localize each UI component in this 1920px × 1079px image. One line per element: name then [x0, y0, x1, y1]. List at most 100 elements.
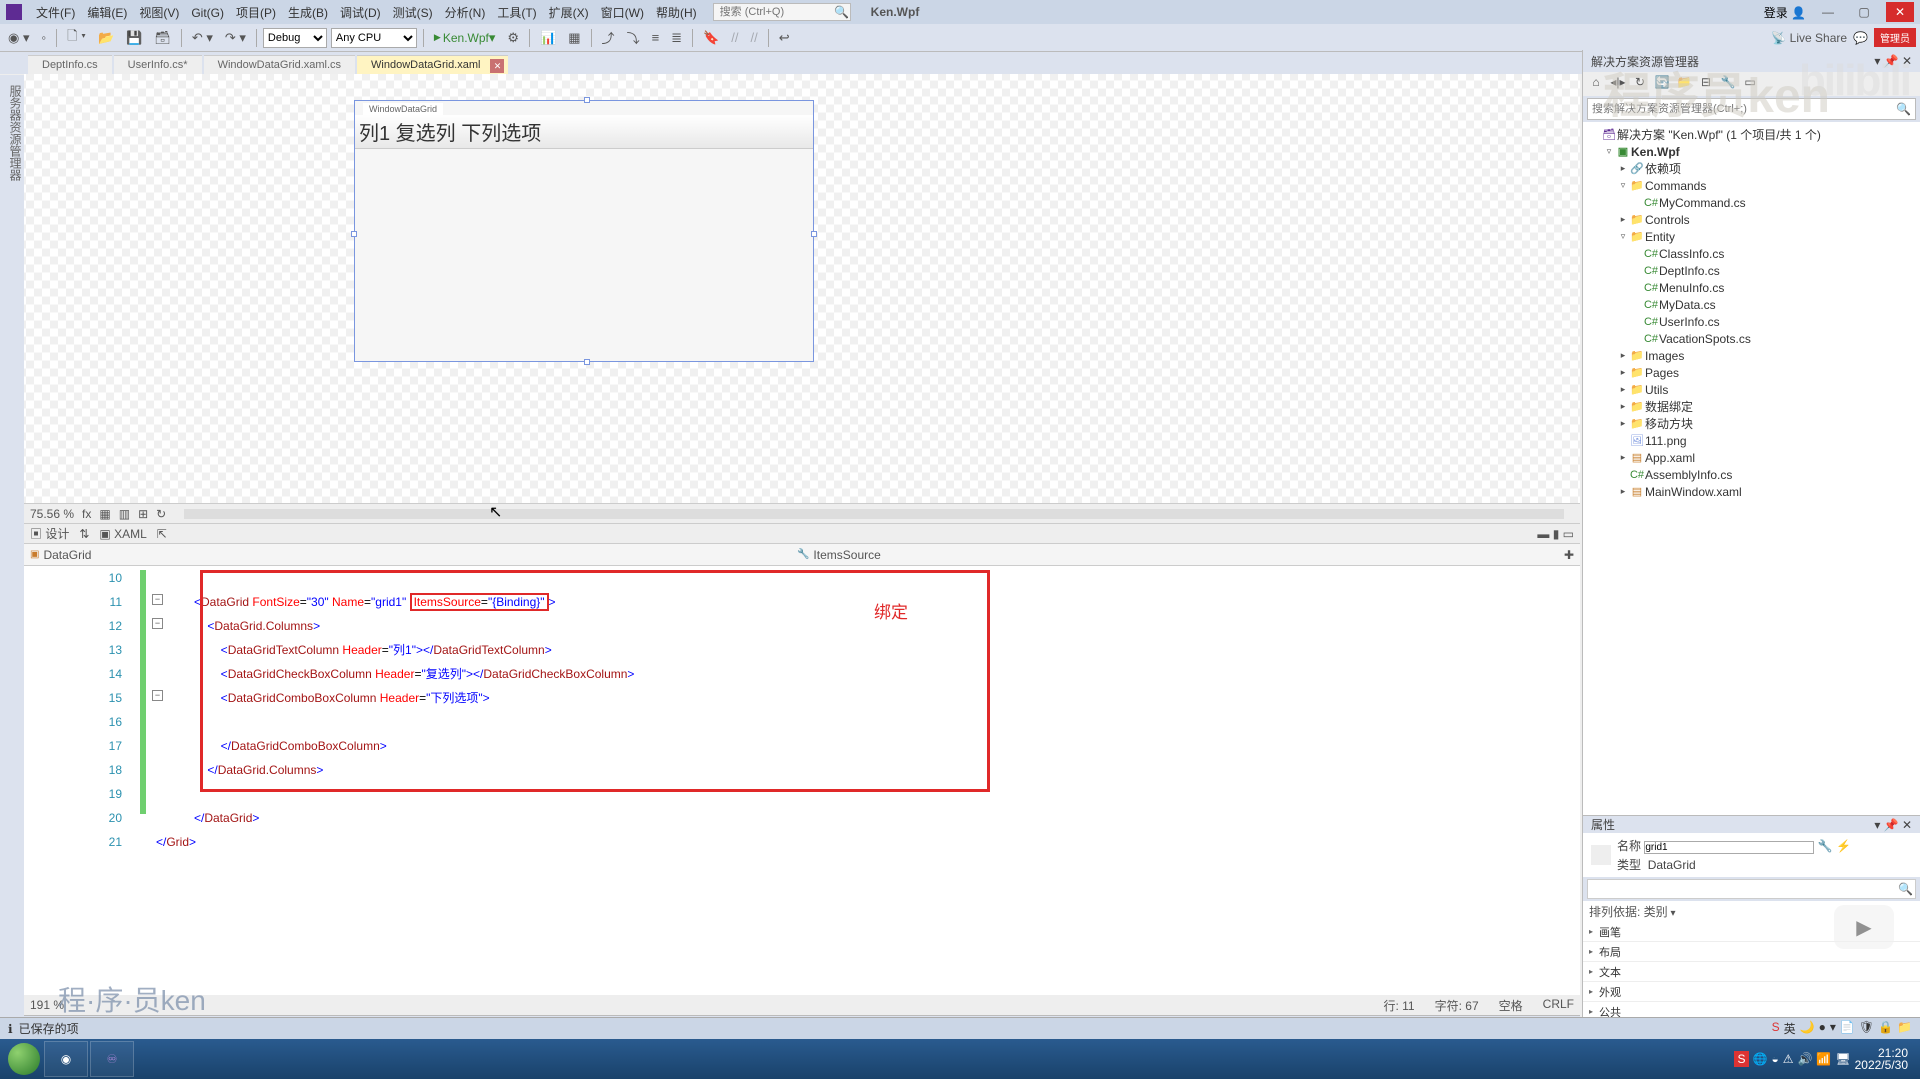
code-line[interactable]: </Grid>: [156, 830, 1580, 854]
tree-node[interactable]: 🖼111.png: [1585, 432, 1918, 449]
tb-indent-more[interactable]: ≣: [667, 28, 686, 48]
solution-tree[interactable]: 🗃解决方案 "Ken.Wpf" (1 个项目/共 1 个)▿▣Ken.Wpf▸🔗…: [1583, 122, 1920, 815]
tree-node[interactable]: ▸🔗依赖项: [1585, 160, 1918, 177]
tree-node[interactable]: ▿📁Commands: [1585, 177, 1918, 194]
swap-tab-icon[interactable]: ⇅: [79, 527, 89, 541]
tree-node[interactable]: C#VacationSpots.cs: [1585, 330, 1918, 347]
element-breadcrumb[interactable]: DataGrid: [43, 548, 91, 562]
tray-icon[interactable]: ▾: [1830, 1020, 1836, 1037]
feedback-icon[interactable]: 💬: [1853, 31, 1868, 45]
run-button[interactable]: Ken.Wpf ▾: [430, 28, 499, 48]
sort-label[interactable]: 排列依据: 类别 ▾: [1583, 901, 1920, 922]
taskbar-chrome[interactable]: ◉: [44, 1041, 88, 1077]
se-showall-icon[interactable]: 📁: [1675, 75, 1693, 93]
fold-icon[interactable]: −: [152, 594, 163, 605]
design-tab[interactable]: ▣ 设计: [30, 525, 69, 542]
save-all-button[interactable]: 🗃: [150, 28, 175, 48]
prop-category[interactable]: ▸ 画笔: [1583, 922, 1920, 942]
wrench-icon[interactable]: 🔧: [1818, 839, 1833, 853]
minimize-button[interactable]: —: [1814, 2, 1842, 22]
tb-step-out[interactable]: ⤴: [598, 26, 619, 49]
menu-item[interactable]: 窗口(W): [595, 4, 650, 22]
document-tab[interactable]: WindowDataGrid.xaml.cs: [204, 55, 355, 74]
ds-toggle-icon[interactable]: ▥: [119, 507, 130, 521]
tray-icon[interactable]: S: [1772, 1020, 1780, 1037]
tray-icon[interactable]: 🌙: [1800, 1020, 1815, 1037]
search-box[interactable]: 🔍: [713, 3, 851, 21]
platform-select[interactable]: Any CPU: [331, 28, 417, 48]
tree-node[interactable]: C#UserInfo.cs: [1585, 313, 1918, 330]
ds-refresh-icon[interactable]: ↻: [156, 507, 166, 521]
code-zoom[interactable]: 191 %: [30, 998, 64, 1012]
document-tab[interactable]: DeptInfo.cs: [28, 55, 112, 74]
tray-icon[interactable]: ◒: [1771, 1052, 1778, 1066]
crlf-indicator[interactable]: CRLF: [1543, 997, 1574, 1014]
tb-extra3[interactable]: ▦: [564, 28, 584, 48]
redo-button[interactable]: ↷ ▾: [221, 28, 250, 48]
tray-icon[interactable]: 🔒: [1878, 1020, 1893, 1037]
menu-item[interactable]: 文件(F): [30, 4, 81, 22]
designer-pane[interactable]: WindowDataGrid 列1 复选列 下列选项 ↖: [24, 74, 1580, 504]
start-button[interactable]: [4, 1041, 44, 1077]
tb-comment[interactable]: //: [727, 28, 742, 47]
tree-node[interactable]: C#ClassInfo.cs: [1585, 245, 1918, 262]
se-back-icon[interactable]: ◂|▸: [1609, 75, 1627, 93]
tray-icon[interactable]: 🖥: [1835, 1052, 1850, 1066]
prop-category[interactable]: ▸ 布局: [1583, 942, 1920, 962]
tray-icon[interactable]: 🔊: [1797, 1052, 1812, 1066]
prop-search[interactable]: 🔍: [1587, 879, 1916, 899]
se-preview-icon[interactable]: ▭: [1741, 75, 1759, 93]
tree-node[interactable]: ▸📁Controls: [1585, 211, 1918, 228]
open-button[interactable]: 📂: [94, 28, 118, 48]
close-button[interactable]: ✕: [1886, 2, 1914, 22]
zoom-value[interactable]: 75.56 %: [30, 507, 74, 521]
tree-node[interactable]: ▸📁Images: [1585, 347, 1918, 364]
menu-item[interactable]: Git(G): [185, 4, 230, 22]
code-line[interactable]: [194, 566, 1580, 590]
layout-icons[interactable]: ▬ ▮ ▭: [1537, 527, 1574, 541]
tb-indent-less[interactable]: ≡: [648, 28, 664, 47]
bolt-icon[interactable]: ⚡: [1836, 839, 1851, 853]
search-input[interactable]: [714, 6, 834, 18]
tb-extra2[interactable]: 📊: [536, 28, 560, 48]
code-line[interactable]: [194, 710, 1580, 734]
tb-step-over[interactable]: ⤵: [623, 26, 644, 49]
prop-name-input[interactable]: [1644, 841, 1814, 854]
prop-category[interactable]: ▸ 外观: [1583, 982, 1920, 1002]
space-indicator[interactable]: 空格: [1499, 997, 1523, 1014]
taskbar-date[interactable]: 2022/5/30: [1855, 1059, 1908, 1071]
code-pane[interactable]: 101112131415161718192021 − − − <DataGrid…: [24, 566, 1580, 995]
ds-grid-icon[interactable]: ▦: [99, 507, 110, 521]
menu-item[interactable]: 帮助(H): [650, 4, 703, 22]
se-search-input[interactable]: [1592, 103, 1896, 115]
tree-node[interactable]: ▸📁数据绑定: [1585, 398, 1918, 415]
menu-item[interactable]: 编辑(E): [81, 4, 133, 22]
menu-item[interactable]: 测试(S): [387, 4, 439, 22]
code-line[interactable]: </DataGrid>: [194, 806, 1580, 830]
tree-node[interactable]: ▸📁Pages: [1585, 364, 1918, 381]
menu-item[interactable]: 视图(V): [133, 4, 185, 22]
tray-icon[interactable]: 📄: [1840, 1020, 1855, 1037]
back-button[interactable]: ◉ ▾: [4, 28, 33, 48]
side-tool-tab[interactable]: 服务器资源管理器: [7, 85, 24, 1035]
menu-item[interactable]: 工具(T): [491, 4, 542, 22]
new-button[interactable]: 🗋 ▾: [63, 25, 90, 51]
code-line[interactable]: [194, 782, 1580, 806]
tb-extra1[interactable]: ⚙: [503, 28, 523, 48]
login-link[interactable]: 登录 👤: [1764, 4, 1806, 21]
se-properties-icon[interactable]: 🔧: [1719, 75, 1737, 93]
tb-bookmark[interactable]: 🔖: [699, 28, 723, 48]
save-button[interactable]: 💾: [122, 28, 146, 48]
code-line[interactable]: <DataGridComboBoxColumn Header="下列选项">: [194, 686, 1580, 710]
code-line[interactable]: </DataGridComboBoxColumn>: [194, 734, 1580, 758]
search-icon[interactable]: 🔍: [1896, 102, 1911, 116]
tray-icon[interactable]: 🛡: [1859, 1020, 1874, 1037]
tree-node[interactable]: ▸▤MainWindow.xaml: [1585, 483, 1918, 500]
tree-node[interactable]: ▸▤App.xaml: [1585, 449, 1918, 466]
tree-node[interactable]: ▸📁移动方块: [1585, 415, 1918, 432]
se-search[interactable]: 🔍: [1587, 98, 1916, 120]
se-sync-icon[interactable]: 🔄: [1653, 75, 1671, 93]
tree-node[interactable]: ▸📁Utils: [1585, 381, 1918, 398]
tree-node[interactable]: C#DeptInfo.cs: [1585, 262, 1918, 279]
tree-node[interactable]: C#AssemblyInfo.cs: [1585, 466, 1918, 483]
